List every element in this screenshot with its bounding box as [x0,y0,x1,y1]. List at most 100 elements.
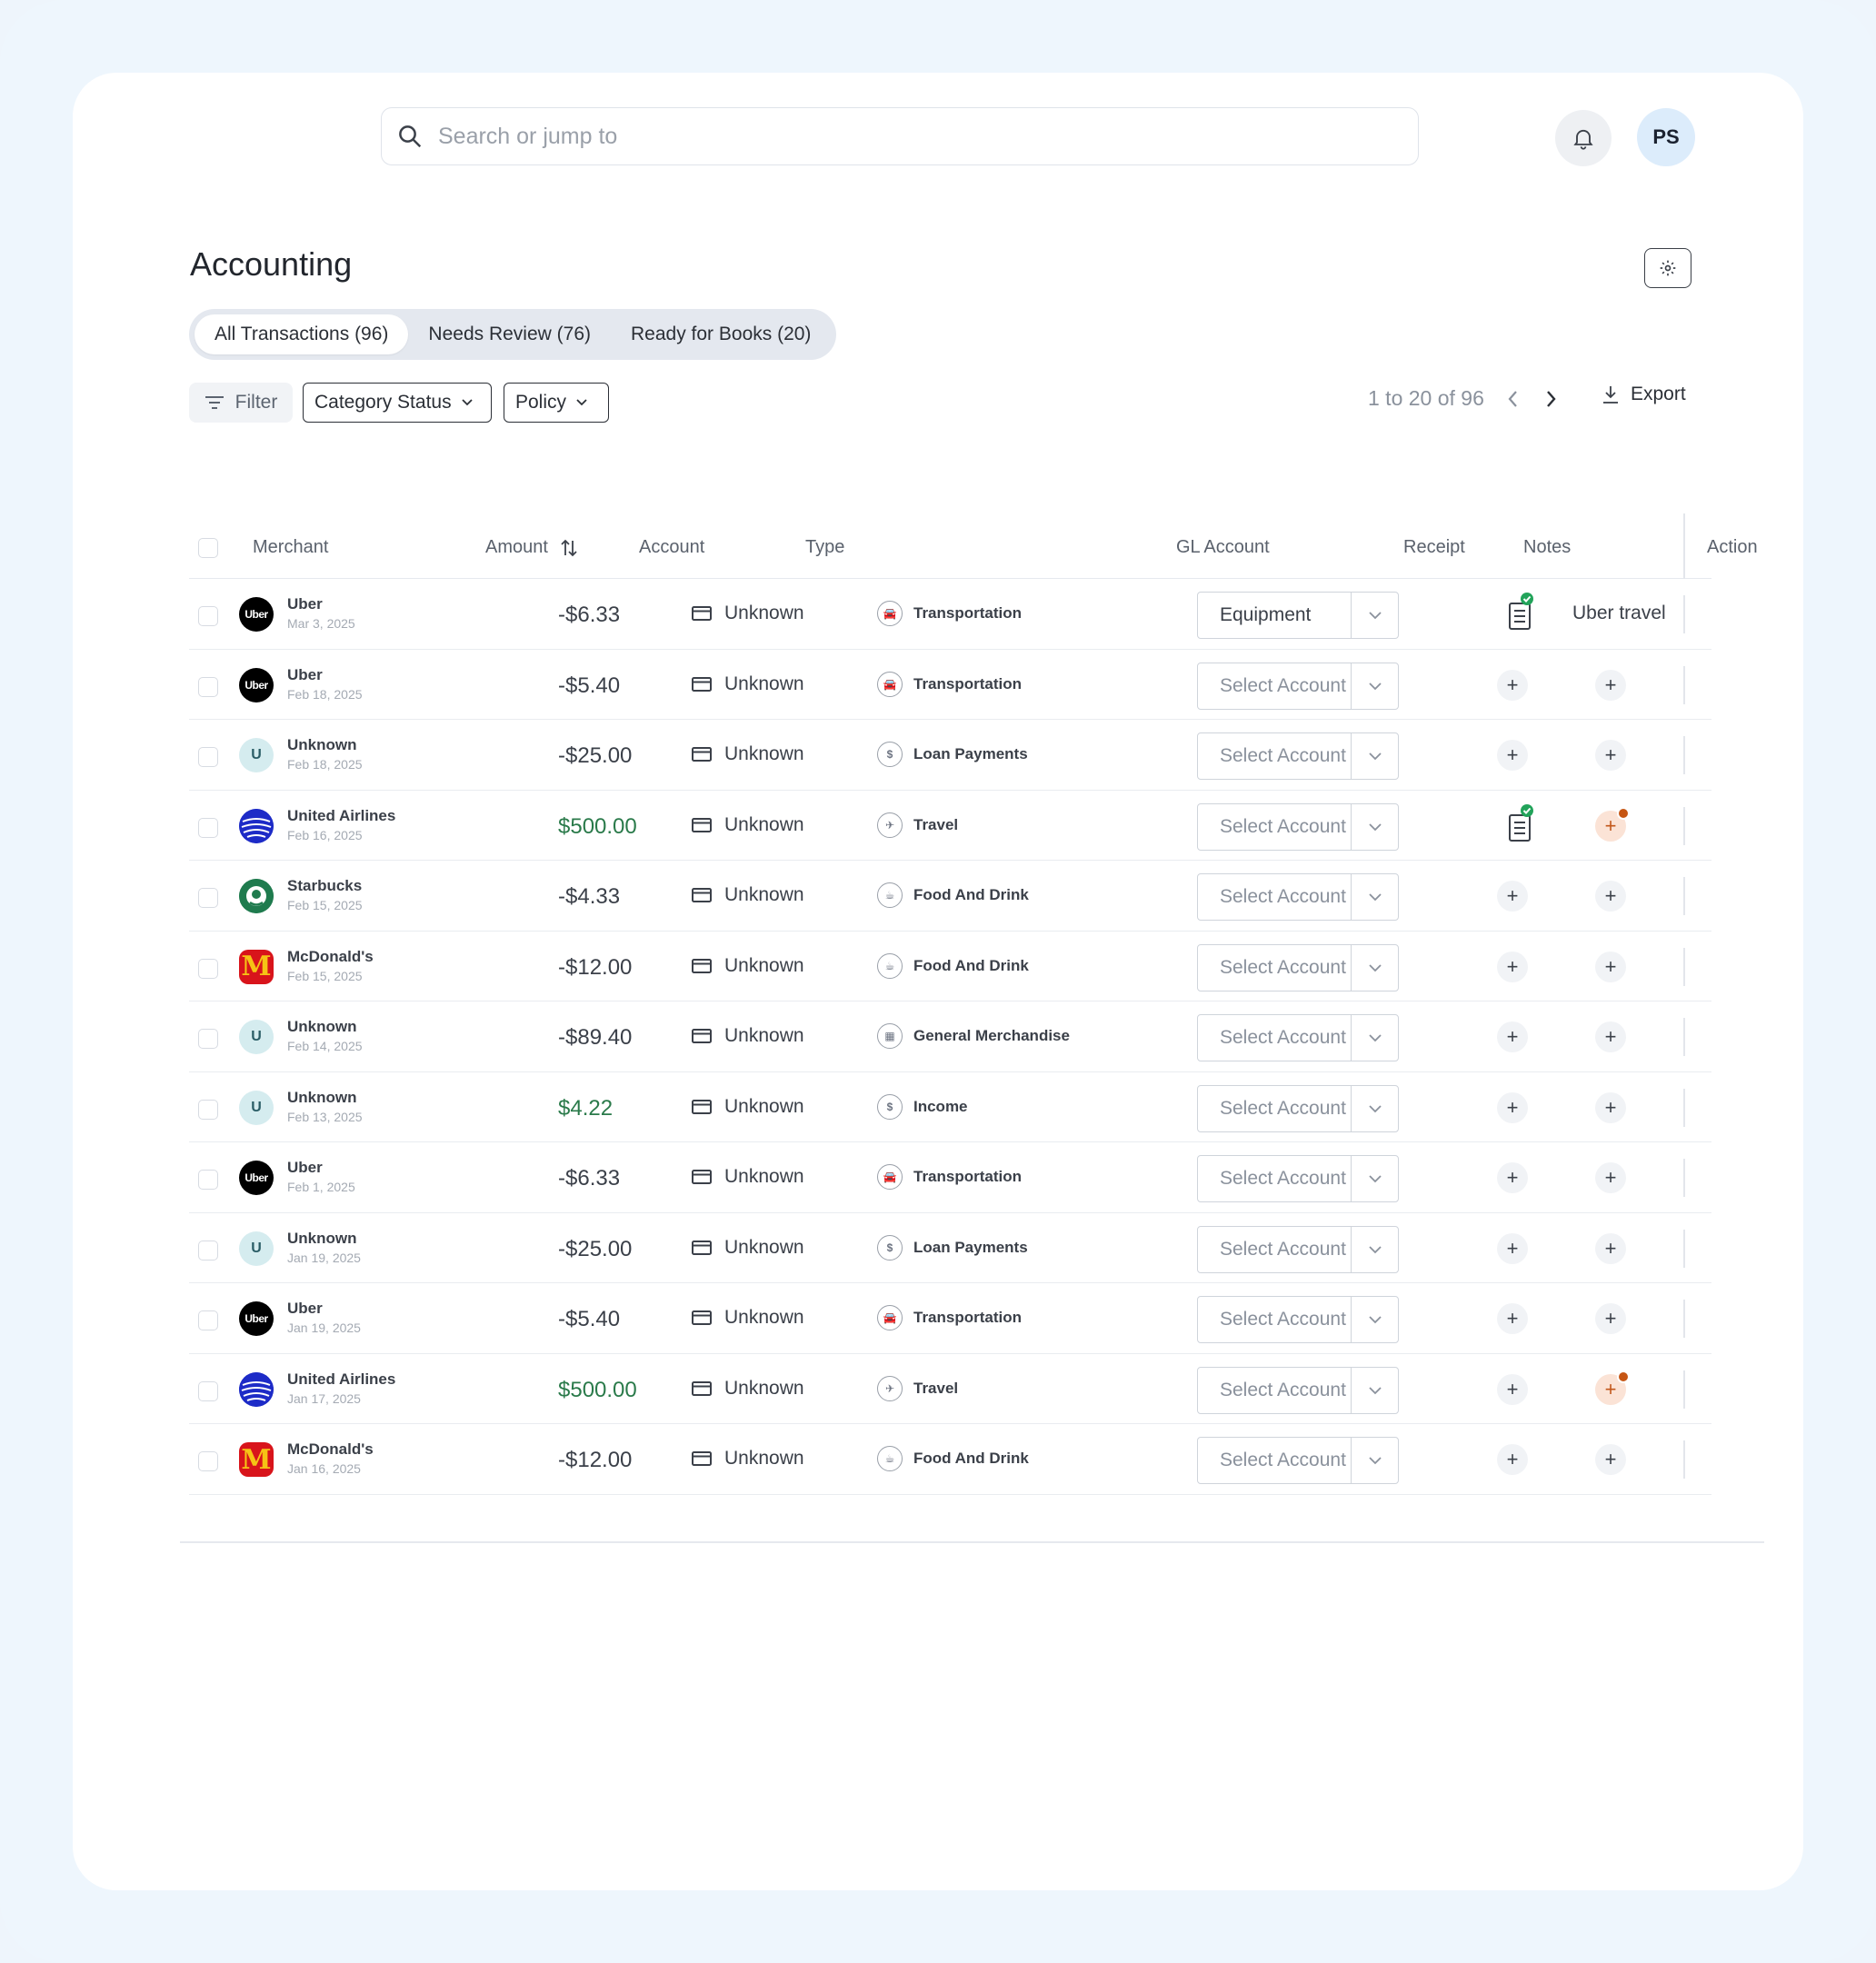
gl-account-select[interactable]: Select Account [1197,1155,1399,1202]
column-gl-account: GL Account [1176,537,1270,557]
tab-all-transactions[interactable]: All Transactions (96) [195,314,409,354]
gl-account-select[interactable]: Select Account [1197,1014,1399,1061]
add-receipt-button[interactable]: + [1497,1091,1528,1123]
add-receipt-button[interactable]: + [1497,1162,1528,1193]
row-checkbox[interactable] [198,1310,218,1330]
gl-account-select[interactable]: Select Account [1197,1296,1399,1343]
gl-account-toggle[interactable] [1351,944,1398,991]
type-cell: ☕ Food And Drink [877,952,1029,979]
add-receipt-button[interactable]: + [1497,1373,1528,1405]
add-receipt-button[interactable]: + [1497,740,1528,771]
row-checkbox[interactable] [198,1240,218,1261]
gl-account-toggle[interactable] [1351,874,1398,920]
gl-account-select[interactable]: Select Account [1197,1366,1399,1414]
note-text[interactable]: Uber travel [1572,603,1666,624]
transaction-date: Feb 18, 2025 [287,757,363,772]
gl-account-toggle[interactable] [1351,1367,1398,1413]
row-checkbox[interactable] [198,1099,218,1120]
transaction-date: Jan 17, 2025 [287,1390,361,1406]
note-flag-button[interactable]: + [1595,806,1630,842]
table-row[interactable]: Uber Uber Feb 1, 2025 -$6.33 Unknown 🚘 T… [189,1142,1711,1213]
tab-ready-for-books[interactable]: Ready for Books (20) [611,314,831,354]
gl-account-select[interactable]: Select Account [1197,1437,1399,1484]
table-row[interactable]: Starbucks Feb 15, 2025 -$4.33 Unknown ☕ … [189,861,1711,932]
table-row[interactable]: Uber Uber Jan 19, 2025 -$5.40 Unknown 🚘 … [189,1283,1711,1354]
gl-account-select[interactable]: Select Account [1197,802,1399,851]
notifications-button[interactable] [1555,110,1612,166]
table-row[interactable]: U Unknown Feb 18, 2025 -$25.00 Unknown $… [189,720,1711,791]
add-receipt-button[interactable]: + [1497,1021,1528,1052]
add-note-button[interactable]: + [1595,1021,1626,1052]
gl-account-select[interactable]: Select Account [1197,943,1399,991]
row-checkbox[interactable] [198,817,218,838]
table-row[interactable]: M McDonald's Jan 16, 2025 -$12.00 Unknow… [189,1424,1711,1495]
column-amount[interactable]: Amount [485,537,579,558]
row-checkbox[interactable] [198,676,218,697]
row-checkbox[interactable] [198,606,218,626]
table-row[interactable]: Uber Uber Mar 3, 2025 -$6.33 Unknown 🚘 T… [189,579,1711,650]
gl-account-select[interactable]: Select Account [1197,1084,1399,1132]
receipt-attached-icon[interactable] [1507,803,1534,846]
row-checkbox[interactable] [198,888,218,908]
gl-account-toggle[interactable] [1351,1015,1398,1061]
gl-account-toggle[interactable] [1351,1438,1398,1483]
table-row[interactable]: U Unknown Jan 19, 2025 -$25.00 Unknown $… [189,1213,1711,1283]
table-row[interactable]: United Airlines Jan 17, 2025 $500.00 Unk… [189,1354,1711,1424]
gl-account-select[interactable]: Select Account [1197,873,1399,921]
row-checkbox[interactable] [198,1380,218,1401]
add-note-button[interactable]: + [1595,881,1626,912]
add-note-button[interactable]: + [1595,1091,1626,1123]
gl-account-toggle[interactable] [1351,1156,1398,1201]
table-row[interactable]: U Unknown Feb 14, 2025 -$89.40 Unknown ▦… [189,1001,1711,1072]
table-row[interactable]: U Unknown Feb 13, 2025 $4.22 Unknown $ I… [189,1072,1711,1142]
note-flag-button[interactable]: + [1595,1370,1630,1405]
add-receipt-button[interactable]: + [1497,951,1528,982]
gl-account-select[interactable]: Select Account [1197,732,1399,780]
settings-button[interactable] [1644,248,1691,288]
add-receipt-button[interactable]: + [1497,881,1528,912]
gl-account-toggle[interactable] [1351,1085,1398,1131]
table-row[interactable]: Uber Uber Feb 18, 2025 -$5.40 Unknown 🚘 … [189,650,1711,720]
add-note-button[interactable]: + [1595,1303,1626,1334]
merchant-name: United Airlines [287,806,396,824]
table-row[interactable]: United Airlines Feb 16, 2025 $500.00 Unk… [189,791,1711,861]
row-checkbox[interactable] [198,1170,218,1190]
account-name: Unknown [724,813,804,835]
receipt-attached-icon[interactable] [1507,593,1534,634]
chevron-left-icon[interactable] [1504,387,1522,411]
add-receipt-button[interactable]: + [1497,1444,1528,1475]
add-note-button[interactable]: + [1595,740,1626,771]
row-checkbox[interactable] [198,747,218,767]
add-note-button[interactable]: + [1595,951,1626,982]
gl-account-select[interactable]: Select Account [1197,662,1399,710]
add-note-button[interactable]: + [1595,1232,1626,1264]
category-status-dropdown[interactable]: Category Status [303,383,492,423]
add-receipt-button[interactable]: + [1497,669,1528,701]
gl-account-select[interactable]: Select Account [1197,1225,1399,1273]
add-receipt-button[interactable]: + [1497,1303,1528,1334]
row-checkbox[interactable] [198,1029,218,1049]
add-note-button[interactable]: + [1595,1162,1626,1193]
export-button[interactable]: Export [1602,384,1686,405]
gl-account-toggle[interactable] [1351,593,1398,638]
chevron-right-icon[interactable] [1542,387,1560,411]
tab-needs-review[interactable]: Needs Review (76) [408,314,611,354]
policy-dropdown[interactable]: Policy [504,383,609,423]
search-input[interactable] [438,123,1347,150]
table-row[interactable]: M McDonald's Feb 15, 2025 -$12.00 Unknow… [189,932,1711,1001]
select-all-checkbox[interactable] [198,538,218,558]
filter-button[interactable]: Filter [189,383,293,423]
row-checkbox[interactable] [198,1451,218,1471]
gl-account-toggle[interactable] [1351,663,1398,709]
add-note-button[interactable]: + [1595,1444,1626,1475]
add-note-button[interactable]: + [1595,669,1626,701]
add-receipt-button[interactable]: + [1497,1232,1528,1264]
user-avatar[interactable]: PS [1637,108,1695,166]
gl-account-toggle[interactable] [1351,803,1398,850]
gl-account-select[interactable]: Equipment [1197,592,1399,639]
row-checkbox[interactable] [198,958,218,979]
search-bar[interactable] [381,107,1419,165]
gl-account-toggle[interactable] [1351,1226,1398,1272]
gl-account-toggle[interactable] [1351,733,1398,779]
gl-account-toggle[interactable] [1351,1297,1398,1342]
